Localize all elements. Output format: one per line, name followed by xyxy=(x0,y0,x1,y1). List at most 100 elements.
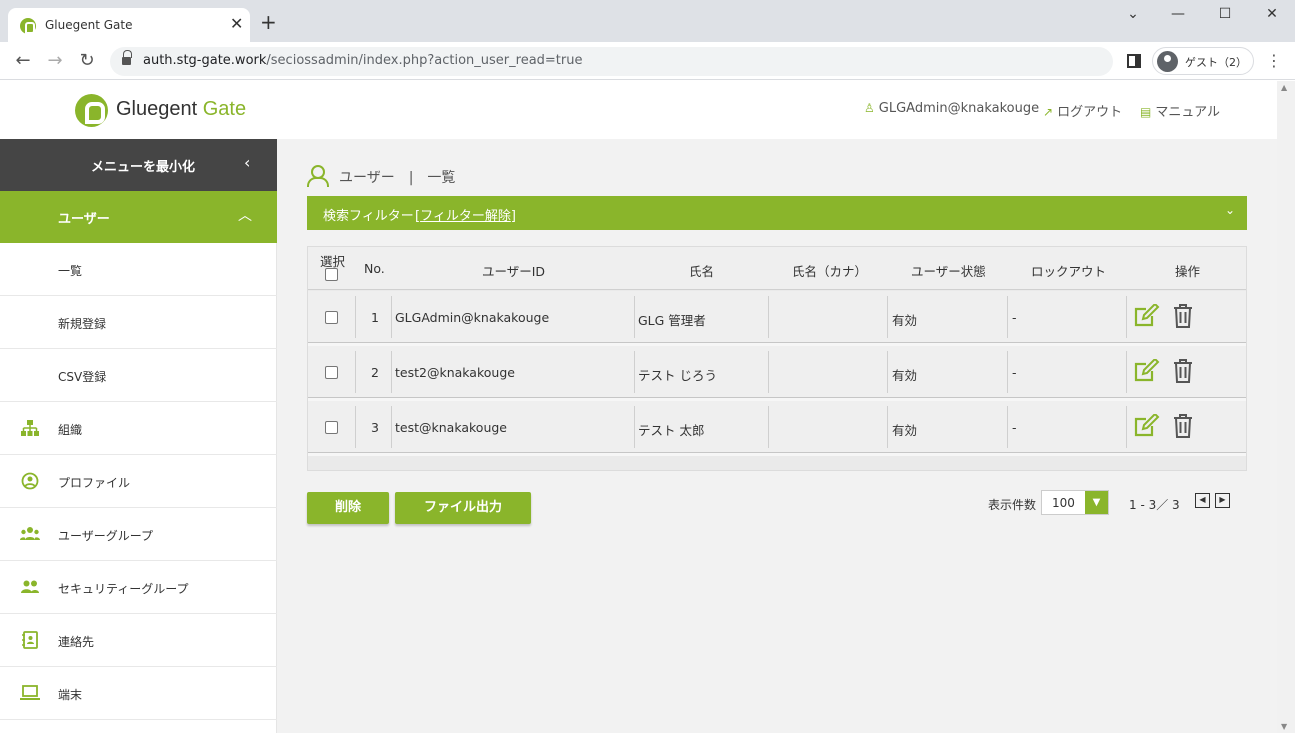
profile-label: ゲスト（2） xyxy=(1185,56,1247,69)
reload-button[interactable]: ↻ xyxy=(76,50,98,72)
row-checkbox[interactable] xyxy=(325,366,338,379)
edit-icon[interactable] xyxy=(1134,359,1160,383)
sidebar-subitem-new[interactable]: 新規登録 xyxy=(0,296,277,349)
browser-tabstrip: Gluegent Gate ✕ + ⌄ — ☐ ✕ xyxy=(0,0,1295,42)
gluegent-logo-icon xyxy=(75,94,108,127)
lock-icon xyxy=(122,50,132,66)
column-name-kana: 氏名（カナ） xyxy=(792,264,868,279)
document-icon: ▤ xyxy=(1140,105,1152,119)
row-lockout: - xyxy=(1012,420,1017,435)
profile-button[interactable]: ゲスト（2） xyxy=(1152,47,1254,75)
user-table: 選択 No. ユーザーID 氏名 氏名（カナ） ユーザー状態 ロックアウト 操作… xyxy=(307,246,1247,471)
row-name: テスト じろう xyxy=(638,368,717,383)
row-name: テスト 太郎 xyxy=(638,423,705,438)
filter-label: 検索フィルター xyxy=(323,209,414,224)
side-panel-icon[interactable] xyxy=(1127,54,1141,68)
export-file-button[interactable]: ファイル出力 xyxy=(395,492,531,524)
sidebar-item-profile[interactable]: プロファイル xyxy=(0,455,277,508)
external-link-icon: ↗ xyxy=(1043,105,1054,119)
sidebar-subitem-list[interactable]: 一覧 xyxy=(0,243,277,296)
sidebar-item-user-group[interactable]: ユーザーグループ xyxy=(0,508,277,561)
url-text: auth.stg-gate.work/seciossadmin/index.ph… xyxy=(143,53,583,68)
org-icon xyxy=(21,420,39,436)
table-row: 1 GLGAdmin@knakakouge GLG 管理者 有効 - xyxy=(308,291,1246,346)
edit-icon[interactable] xyxy=(1134,414,1160,438)
row-checkbox[interactable] xyxy=(325,421,338,434)
sidebar-item-organization[interactable]: 組織 xyxy=(0,402,277,455)
tab-title: Gluegent Gate xyxy=(45,18,133,32)
address-bar[interactable]: auth.stg-gate.work/seciossadmin/index.ph… xyxy=(110,47,1113,76)
sidebar: メニューを最小化 ‹ ユーザー ︿ 一覧 新規登録 CSV登録 組織 プロファイ… xyxy=(0,139,277,733)
avatar-icon xyxy=(1157,51,1178,72)
row-user-id: GLGAdmin@knakakouge xyxy=(395,310,550,325)
chevron-down-icon[interactable]: ⌄ xyxy=(1225,203,1235,217)
users-group-icon xyxy=(20,527,40,540)
user-icon: ♙ xyxy=(864,101,875,115)
column-no: No. xyxy=(364,261,385,276)
tab-close-icon[interactable]: ✕ xyxy=(230,15,243,33)
row-checkbox[interactable] xyxy=(325,311,338,324)
table-header: 選択 No. ユーザーID 氏名 氏名（カナ） ユーザー状態 ロックアウト 操作 xyxy=(308,247,1246,290)
table-row: 3 test@knakakouge テスト 太郎 有効 - xyxy=(308,401,1246,456)
page-scrollbar[interactable]: ▲ ▼ xyxy=(1277,81,1295,733)
scroll-down-icon[interactable]: ▼ xyxy=(1281,722,1287,731)
logo-text: Gluegent Gate xyxy=(116,98,247,120)
row-user-id: test2@knakakouge xyxy=(395,365,515,380)
scroll-up-icon[interactable]: ▲ xyxy=(1281,83,1287,92)
select-all-checkbox[interactable] xyxy=(325,268,338,281)
gluegent-favicon-icon xyxy=(20,18,36,34)
current-user-link[interactable]: ♙ GLGAdmin@knakakouge xyxy=(864,101,1039,116)
manual-link[interactable]: ▤ マニュアル xyxy=(1140,101,1220,120)
sidebar-item-user[interactable]: ユーザー ︿ xyxy=(0,191,277,243)
row-no: 3 xyxy=(371,420,379,435)
window-maximize-button[interactable]: ☐ xyxy=(1213,6,1237,26)
window-tab-search-icon[interactable]: ⌄ xyxy=(1121,6,1145,26)
next-page-button[interactable]: ▶ xyxy=(1215,493,1230,508)
new-tab-button[interactable]: + xyxy=(260,12,277,32)
clear-filter-link[interactable]: [フィルター解除] xyxy=(415,205,516,224)
table-row: 2 test2@knakakouge テスト じろう 有効 - xyxy=(308,346,1246,401)
device-icon xyxy=(20,685,40,700)
prev-page-button[interactable]: ◀ xyxy=(1195,493,1210,508)
sidebar-item-device[interactable]: 端末 xyxy=(0,667,277,720)
row-lockout: - xyxy=(1012,310,1017,325)
row-status: 有効 xyxy=(892,313,918,328)
column-actions: 操作 xyxy=(1175,264,1201,279)
per-page-label: 表示件数 xyxy=(988,498,1037,512)
sidebar-subitem-csv[interactable]: CSV登録 xyxy=(0,349,277,402)
column-name: 氏名 xyxy=(689,264,715,279)
row-user-id: test@knakakouge xyxy=(395,420,507,435)
window-minimize-button[interactable]: — xyxy=(1166,6,1190,26)
page-range: 1 - 3／ 3 xyxy=(1129,498,1180,512)
sidebar-item-contacts[interactable]: 連絡先 xyxy=(0,614,277,667)
trash-icon[interactable] xyxy=(1172,358,1194,384)
page-title: ユーザー | 一覧 xyxy=(339,170,456,186)
row-status: 有効 xyxy=(892,368,918,383)
per-page-select[interactable]: 100 ▼ xyxy=(1041,490,1109,515)
contact-icon xyxy=(22,631,38,649)
user-icon xyxy=(307,165,329,187)
edit-icon[interactable] xyxy=(1134,304,1160,328)
window-close-button[interactable]: ✕ xyxy=(1260,6,1284,26)
browser-toolbar: ← → ↻ auth.stg-gate.work/seciossadmin/in… xyxy=(0,42,1295,80)
main-content: ユーザー | 一覧 検索フィルター [フィルター解除] ⌄ 選択 No. ユーザ… xyxy=(277,139,1277,733)
browser-menu-icon[interactable]: ⋮ xyxy=(1266,50,1282,72)
collapse-menu-button[interactable]: メニューを最小化 ‹ xyxy=(0,139,277,191)
search-filter-bar[interactable]: 検索フィルター [フィルター解除] ⌄ xyxy=(307,196,1247,230)
trash-icon[interactable] xyxy=(1172,303,1194,329)
chevron-left-icon: ‹ xyxy=(244,153,251,172)
profile-icon xyxy=(21,472,39,490)
row-lockout: - xyxy=(1012,365,1017,380)
back-button[interactable]: ← xyxy=(12,50,34,72)
sidebar-item-security-group[interactable]: セキュリティーグループ xyxy=(0,561,277,614)
browser-tab[interactable]: Gluegent Gate ✕ xyxy=(8,8,250,42)
trash-icon[interactable] xyxy=(1172,413,1194,439)
row-no: 2 xyxy=(371,365,379,380)
row-status: 有効 xyxy=(892,423,918,438)
column-status: ユーザー状態 xyxy=(911,264,986,279)
logout-link[interactable]: ↗ ログアウト xyxy=(1043,101,1122,120)
delete-button[interactable]: 削除 xyxy=(307,492,389,524)
app: Gluegent Gate ♙ GLGAdmin@knakakouge ↗ ログアウ… xyxy=(0,81,1277,733)
row-name: GLG 管理者 xyxy=(638,313,706,328)
forward-button[interactable]: → xyxy=(44,50,66,72)
